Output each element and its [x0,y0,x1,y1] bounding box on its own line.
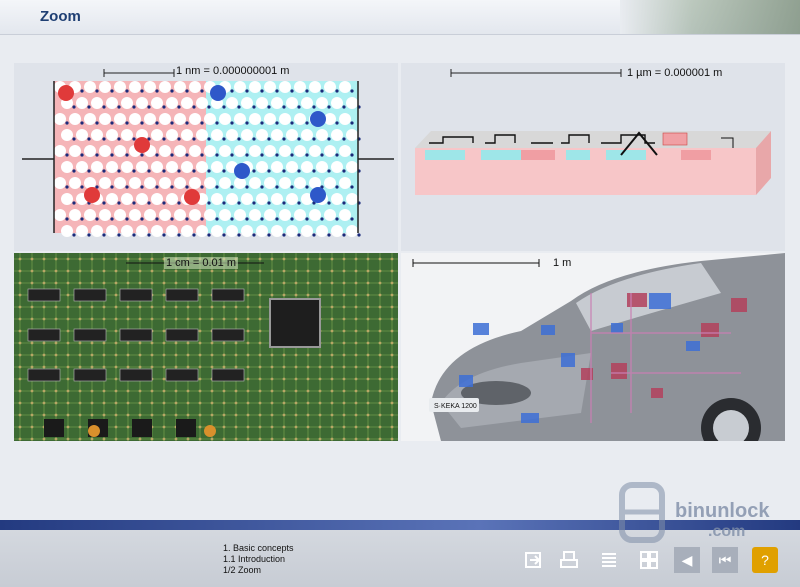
exit-icon [525,552,541,568]
first-icon: ⏮ [718,551,732,568]
scale-label-m: 1 m [553,257,572,269]
breadcrumb-chapter: 1. Basic concepts [223,543,294,553]
watermark-text-domain: .com [708,523,746,540]
watermark-text: binunlock [675,500,770,522]
car-electronics-illustration: S·KEKA 1200 [412,253,785,441]
breadcrumb-section: 1.1 Introduction [223,554,286,564]
help-button[interactable]: ? [752,547,778,573]
contents-icon [602,553,616,567]
print-button[interactable] [556,547,582,573]
exit-button[interactable] [520,547,546,573]
circuit-board-photo [14,253,398,441]
centimeter-panel: 1 cm = 0.01 m [14,253,398,441]
chip-cross-section-illustration [415,69,771,195]
back-icon: ◀ [681,551,693,568]
meter-panel: S·KEKA 1200 1 m [401,253,785,441]
scale-label-um: 1 µm = 0.000001 m [627,67,723,79]
breadcrumb-page: 1/2 Zoom [223,565,262,575]
atom-lattice-illustration [22,69,394,237]
index-icon [640,551,658,569]
page-title: Zoom [40,8,81,25]
help-icon: ? [761,552,769,568]
scale-label-nm: 1 nm = 0.000000001 m [176,65,290,77]
nanometer-panel: 1 nm = 0.000000001 m [14,63,398,251]
print-icon [560,551,578,568]
index-button[interactable] [636,547,662,573]
contents-button[interactable] [596,547,622,573]
license-plate: S·KEKA 1200 [434,403,477,410]
first-page-button[interactable]: ⏮ [712,547,738,573]
scale-label-cm: 1 cm = 0.01 m [164,257,239,269]
header-banner-image [620,0,800,34]
breadcrumb: 1. Basic concepts 1.1 Introduction 1/2 Z… [223,543,294,576]
micrometer-panel: 1 µm = 0.000001 m [401,63,785,251]
back-button[interactable]: ◀ [674,547,700,573]
